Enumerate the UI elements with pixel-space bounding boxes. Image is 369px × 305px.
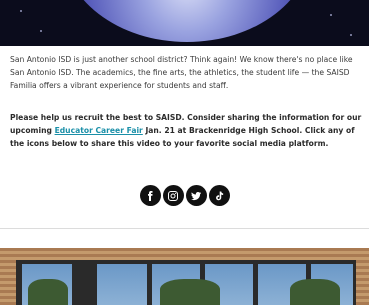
recruit-paragraph: Please help us recruit the best to SAISD…	[10, 111, 362, 150]
intro-paragraph: San Antonio ISD is just another school d…	[10, 55, 353, 90]
career-fair-link[interactable]: Educator Career Fair	[55, 126, 143, 135]
planet-graphic	[62, 0, 312, 42]
tiktok-icon[interactable]	[208, 185, 230, 206]
social-share-bar	[0, 185, 369, 206]
instagram-icon[interactable]	[162, 185, 184, 206]
section-divider	[0, 228, 369, 229]
twitter-icon[interactable]	[185, 185, 207, 206]
hero-image	[0, 0, 369, 46]
building-photo	[0, 248, 369, 305]
facebook-icon[interactable]	[139, 185, 161, 206]
